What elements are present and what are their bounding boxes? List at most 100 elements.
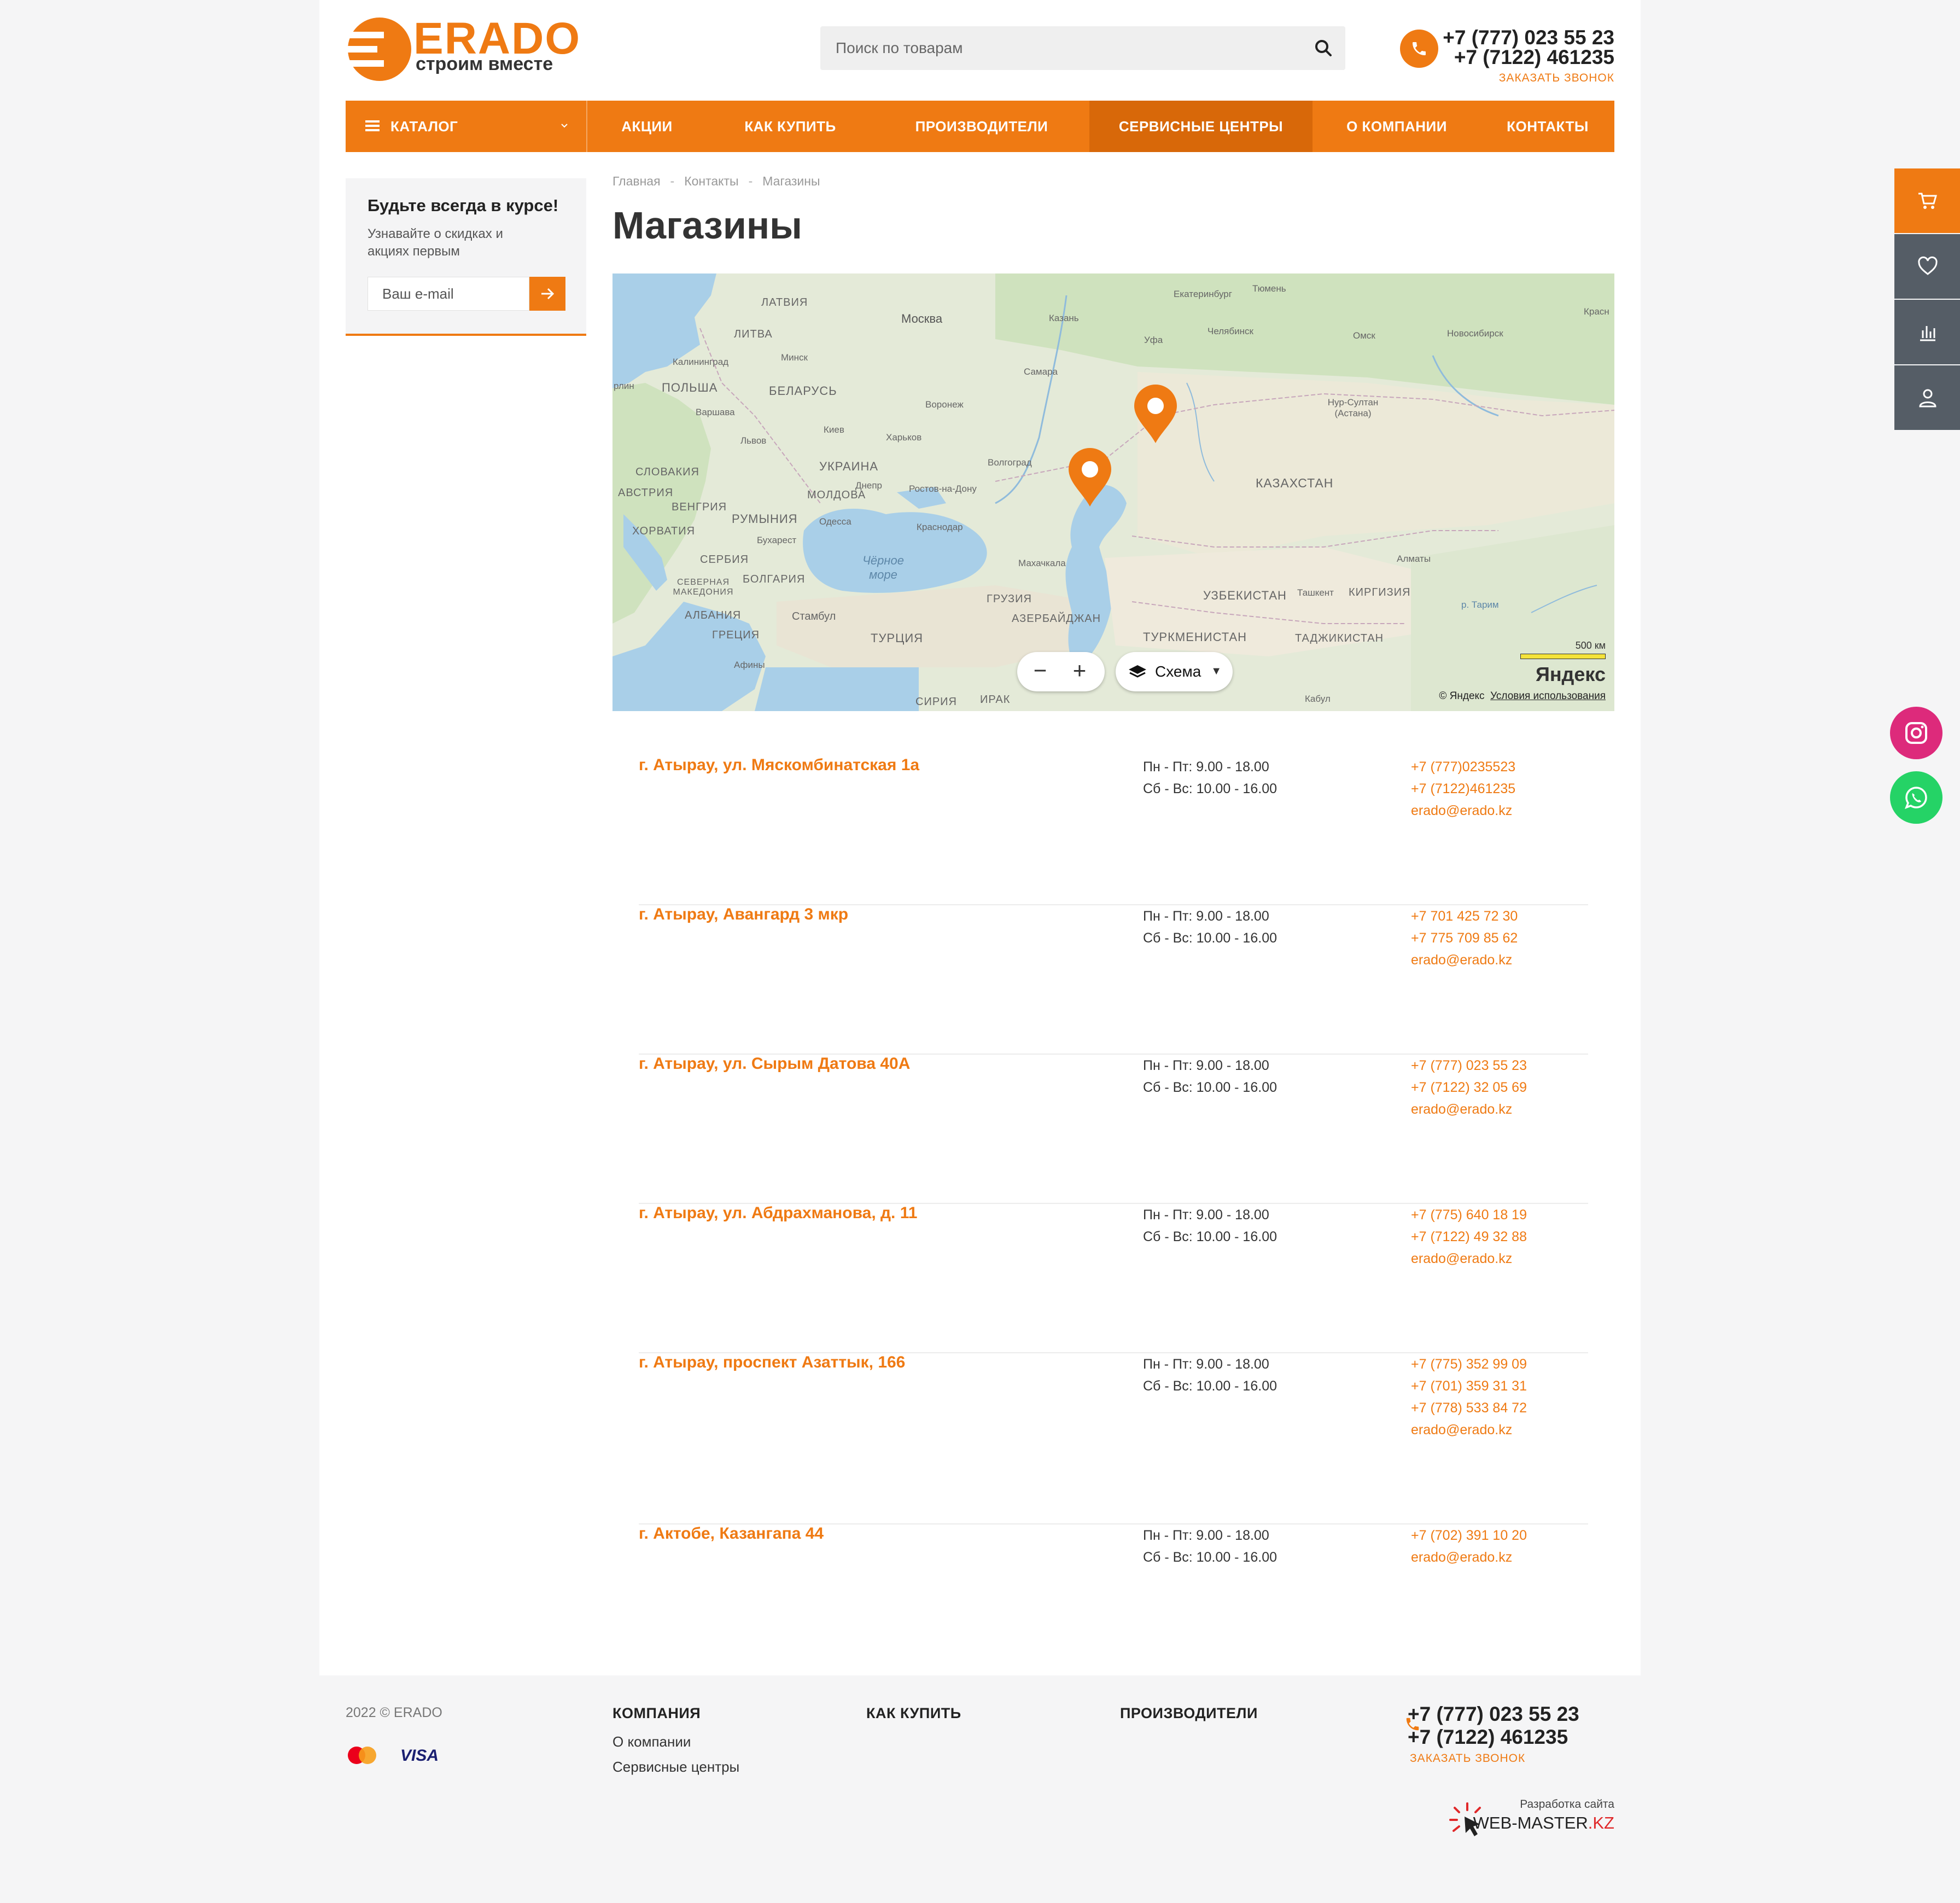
map-label: Уфа	[1144, 335, 1163, 345]
store-hours: Пн - Пт: 9.00 - 18.00 Сб - Вс: 10.00 - 1…	[1143, 905, 1277, 949]
compare-icon	[1920, 326, 1935, 341]
store-email[interactable]: erado@erado.kz	[1411, 1248, 1527, 1270]
favorites-widget-button[interactable]	[1894, 234, 1960, 299]
instagram-button[interactable]	[1890, 707, 1942, 759]
store-phone[interactable]: +7 (702) 391 10 20	[1411, 1524, 1527, 1546]
zoom-in-button[interactable]: +	[1060, 652, 1099, 691]
cart-icon	[1918, 193, 1937, 209]
catalog-menu-button[interactable]: КАТАЛОГ	[346, 101, 586, 152]
map-label: УКРАИНА	[819, 459, 879, 473]
header-phone-2[interactable]: +7 (7122) 461235	[1454, 47, 1614, 67]
map-label: Киев	[824, 424, 844, 435]
store-phone[interactable]: +7 (777)0235523	[1411, 756, 1515, 778]
header-phone-1[interactable]: +7 (777) 023 55 23	[1443, 27, 1614, 48]
page-title: Магазины	[612, 204, 802, 247]
map-pin-icon[interactable]	[1066, 446, 1113, 508]
map-label: ИРАК	[980, 694, 1011, 706]
footer-link-about[interactable]: О компании	[612, 1733, 691, 1750]
subscribe-text: Узнавайте о скидках и акциях первым	[368, 226, 503, 259]
map-label: БЕЛАРУСЬ	[769, 384, 837, 398]
footer-column-title[interactable]: КОМПАНИЯ	[612, 1705, 701, 1722]
store-email[interactable]: erado@erado.kz	[1411, 949, 1518, 971]
logo[interactable]: ERADO строим вместе	[346, 13, 580, 82]
nav-item-manufacturers[interactable]: ПРОИЗВОДИТЕЛИ	[874, 101, 1089, 152]
breadcrumb-home[interactable]: Главная	[612, 174, 661, 188]
store-row: г. Атырау, Авангард 3 мкр Пн - Пт: 9.00 …	[639, 905, 1588, 1055]
whatsapp-button[interactable]	[1890, 771, 1942, 824]
account-widget-button[interactable]	[1894, 365, 1960, 430]
store-phone[interactable]: +7 (777) 023 55 23	[1411, 1055, 1527, 1076]
nav-item-service-centers[interactable]: СЕРВИСНЫЕ ЦЕНТРЫ	[1089, 101, 1312, 152]
nav-item-how-to-buy[interactable]: КАК КУПИТЬ	[707, 101, 874, 152]
store-phone[interactable]: +7 (778) 533 84 72	[1411, 1397, 1527, 1419]
store-phone[interactable]: +7 (7122) 32 05 69	[1411, 1076, 1527, 1098]
store-email[interactable]: erado@erado.kz	[1411, 800, 1515, 822]
zoom-out-button[interactable]: −	[1020, 652, 1060, 691]
map-label: Екатеринбург	[1174, 289, 1232, 299]
phone-button[interactable]	[1400, 30, 1438, 68]
subscribe-box: Будьте всегда в курсе! Узнавайте о скидк…	[346, 178, 586, 336]
store-hours: Пн - Пт: 9.00 - 18.00 Сб - Вс: 10.00 - 1…	[1143, 1204, 1277, 1248]
store-email[interactable]: erado@erado.kz	[1411, 1419, 1527, 1441]
store-address[interactable]: г. Атырау, проспект Азаттык, 166	[639, 1353, 905, 1372]
developer-name-tld: .KZ	[1588, 1813, 1614, 1832]
store-phone[interactable]: +7 (701) 359 31 31	[1411, 1375, 1527, 1397]
breadcrumb-contacts[interactable]: Контакты	[684, 174, 738, 188]
map-label: Тюмень	[1252, 283, 1286, 294]
map-pin-icon[interactable]	[1132, 383, 1179, 444]
store-hours-weekend: Сб - Вс: 10.00 - 16.00	[1143, 1378, 1277, 1394]
search-button[interactable]	[1312, 37, 1334, 59]
footer-phone-2[interactable]: +7 (7122) 461235	[1408, 1727, 1568, 1747]
cart-widget-button[interactable]	[1894, 168, 1960, 233]
store-phone[interactable]: +7 (7122) 49 32 88	[1411, 1226, 1527, 1248]
store-address[interactable]: г. Актобе, Казангапа 44	[639, 1524, 824, 1543]
map-label: Омск	[1353, 330, 1375, 341]
store-hours: Пн - Пт: 9.00 - 18.00 Сб - Вс: 10.00 - 1…	[1143, 756, 1277, 800]
page-container: ERADO строим вместе +7 (777) 023 55 23 +…	[319, 0, 1641, 1675]
map-label: КАЗАХСТАН	[1256, 476, 1334, 490]
store-phone[interactable]: +7 (775) 352 99 09	[1411, 1353, 1527, 1375]
developer-credit[interactable]: Разработка сайта WEB-MASTER.KZ	[1448, 1796, 1614, 1847]
search-input[interactable]	[820, 26, 1291, 70]
store-address[interactable]: г. Атырау, ул. Сырым Датова 40А	[639, 1055, 910, 1073]
nav-item-contacts[interactable]: КОНТАКТЫ	[1481, 101, 1614, 152]
map-label: Кабул	[1305, 694, 1331, 704]
store-address[interactable]: г. Атырау, ул. Мяскомбинатская 1а	[639, 756, 919, 775]
map-provider-logo[interactable]: Яндекс	[1536, 663, 1606, 686]
footer: 2022 © ERADO VISA КОМПАНИЯ О компании Се…	[319, 1675, 1641, 1903]
store-hours-weekdays: Пн - Пт: 9.00 - 18.00	[1143, 1207, 1269, 1223]
store-hours-weekdays: Пн - Пт: 9.00 - 18.00	[1143, 1058, 1269, 1073]
store-contacts: +7 (777) 023 55 23 +7 (7122) 32 05 69 er…	[1411, 1055, 1527, 1120]
nav-item-promotions[interactable]: АКЦИИ	[587, 101, 707, 152]
store-email[interactable]: erado@erado.kz	[1411, 1546, 1527, 1568]
footer-column-title[interactable]: КАК КУПИТЬ	[866, 1705, 961, 1722]
map-label: РУМЫНИЯ	[732, 512, 798, 526]
subscribe-button[interactable]	[529, 277, 565, 311]
store-phone[interactable]: +7 775 709 85 62	[1411, 927, 1518, 949]
map-label: Воронеж	[925, 399, 964, 410]
map-label: ПОЛЬША	[662, 381, 718, 394]
footer-phone-1[interactable]: +7 (777) 023 55 23	[1408, 1704, 1579, 1724]
map-label: Стамбул	[792, 610, 836, 622]
store-phone[interactable]: +7 (7122)461235	[1411, 778, 1515, 800]
map-terms-link[interactable]: Условия использования	[1490, 690, 1606, 702]
nav-item-about[interactable]: О КОМПАНИИ	[1312, 101, 1481, 152]
footer-callback-link[interactable]: ЗАКАЗАТЬ ЗВОНОК	[1410, 1752, 1525, 1765]
store-contacts: +7 701 425 72 30 +7 775 709 85 62 erado@…	[1411, 905, 1518, 971]
store-phone[interactable]: +7 (775) 640 18 19	[1411, 1204, 1527, 1226]
map-label: Казань	[1049, 313, 1079, 323]
footer-column-title[interactable]: ПРОИЗВОДИТЕЛИ	[1120, 1705, 1258, 1722]
store-phone[interactable]: +7 701 425 72 30	[1411, 905, 1518, 927]
compare-widget-button[interactable]	[1894, 300, 1960, 364]
callback-link[interactable]: ЗАКАЗАТЬ ЗВОНОК	[1499, 72, 1614, 85]
store-address[interactable]: г. Атырау, Авангард 3 мкр	[639, 905, 848, 924]
email-field[interactable]	[368, 277, 529, 311]
map-layer-select[interactable]: Схема ▼	[1116, 652, 1233, 691]
instagram-icon	[1905, 722, 1927, 744]
store-address[interactable]: г. Атырау, ул. Абдрахманова, д. 11	[639, 1204, 917, 1223]
stores-map[interactable]: ЛАТВИЯ ЛИТВА Калининград ПОЛЬША рлин Вар…	[612, 273, 1614, 711]
map-label: ХОРВАТИЯ	[632, 525, 696, 537]
map-label: БОЛГАРИЯ	[743, 573, 806, 585]
footer-link-service-centers[interactable]: Сервисные центры	[612, 1759, 739, 1776]
store-email[interactable]: erado@erado.kz	[1411, 1098, 1527, 1120]
